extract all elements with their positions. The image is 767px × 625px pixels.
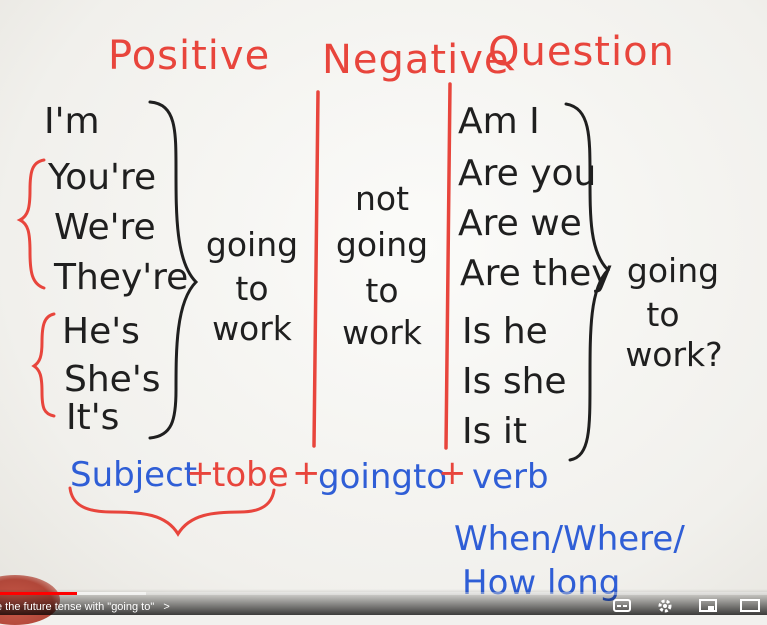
whiteboard: Positive Negative Question I'm You're We… [0,0,767,625]
progress-buffer [76,592,146,595]
chapter-title-text: e the future tense with "going to" [0,601,155,613]
underbrace-formula [68,486,276,537]
miniplayer-icon [699,599,717,612]
subtitles-icon [613,599,631,612]
settings-button[interactable] [654,598,676,614]
divider-line-right [444,82,452,450]
brace-singular-group [31,312,56,418]
divider-line-left [312,90,320,448]
chevron-right-icon: > [163,601,170,613]
brace-plural-group [16,158,46,290]
progress-fill [0,592,77,595]
brace-question [564,102,611,462]
theater-icon [740,599,760,612]
progress-bar[interactable] [0,592,767,595]
player-controls-bar: e the future tense with "going to" > [0,589,767,615]
miniplayer-button[interactable] [697,598,719,614]
brace-positive [148,100,199,440]
settings-icon [658,599,672,613]
theater-mode-button[interactable] [739,598,761,614]
subtitles-button[interactable] [611,598,633,614]
chapter-title-link[interactable]: e the future tense with "going to" > [0,601,170,613]
board-strokes [16,82,611,537]
